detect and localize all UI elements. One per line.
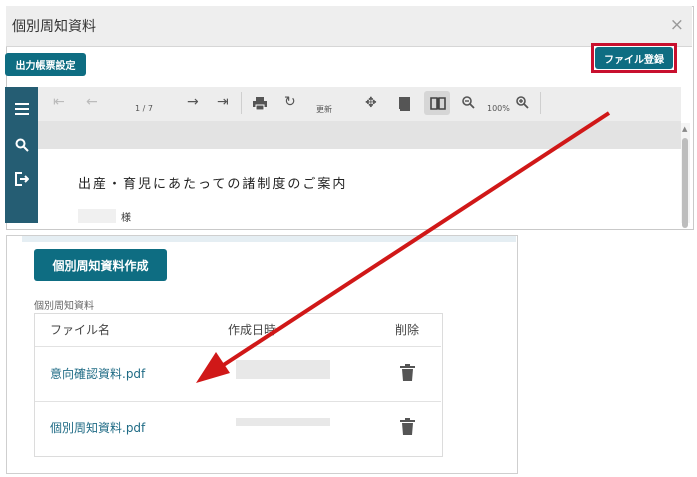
annotation-arrow [196,111,611,383]
